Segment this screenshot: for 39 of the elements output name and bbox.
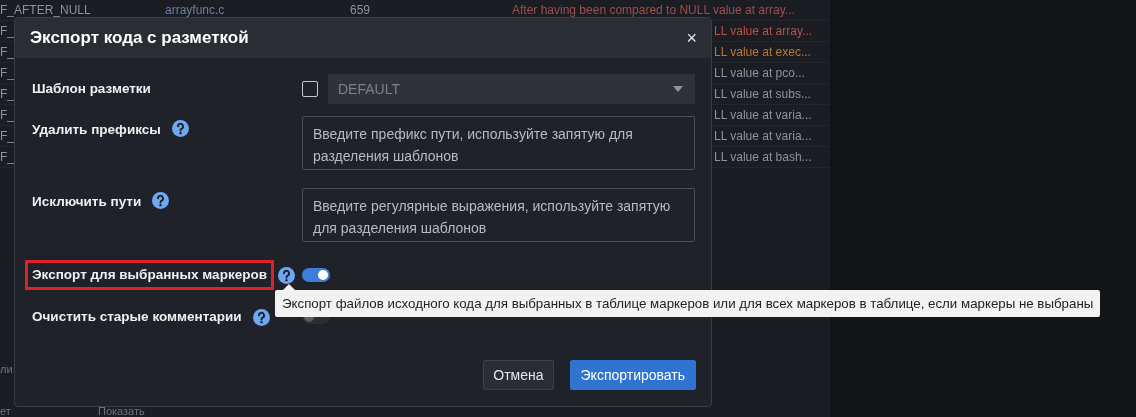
table-cell: F_ — [0, 108, 14, 122]
table-cell: LL value at array... — [714, 24, 813, 38]
export-button[interactable]: Экспортировать — [569, 360, 696, 390]
table-cell: arrayfunc.c — [165, 3, 225, 17]
dialog-title: Экспорт кода с разметкой — [30, 28, 249, 48]
input-field[interactable]: Введите префикс пути, используйте запятую для разделения шаблонов — [302, 116, 695, 170]
close-button[interactable]: × — [686, 27, 697, 49]
field-label: Экспорт для выбранных маркеров — [25, 260, 274, 290]
field-label: Шаблон разметки — [31, 80, 152, 98]
field-label: Удалить префиксы — [31, 121, 162, 139]
table-cell: F_ — [0, 45, 14, 59]
table-cell: F_ — [0, 87, 14, 101]
help-icon[interactable] — [277, 266, 295, 284]
help-icon[interactable] — [152, 192, 170, 209]
help-icon[interactable] — [171, 120, 189, 137]
table-cell: LL value at bash... — [714, 150, 812, 164]
help-icon[interactable] — [252, 308, 270, 326]
background-text: ли — [0, 363, 13, 375]
table-cell: F_ — [0, 129, 14, 143]
field-label: Очистить старые комментарии — [31, 308, 243, 326]
background-text: Показать — [98, 405, 145, 417]
table-cell: LL value at subs... — [714, 87, 811, 101]
tooltip: Экспорт файлов исходного кода для выбранных в таблице маркеров или для всех маркеров в таблице, если маркеры не выбраны — [275, 290, 1101, 317]
table-cell: LL value at varia... — [714, 108, 812, 122]
table-cell: LL value at exec... — [714, 45, 811, 59]
table-cell: LL value at varia... — [714, 129, 812, 143]
table-cell: After having been compared to NULL value at array... — [512, 3, 795, 17]
table-cell: F_AFTER_NULL — [0, 3, 91, 17]
toggle-switch[interactable] — [302, 268, 330, 282]
input-field[interactable]: Введите регулярные выражения, используйте запятую для разделения шаблонов — [302, 188, 695, 242]
table-cell: F_ — [0, 66, 14, 80]
table-cell: 659 — [350, 3, 371, 17]
table-cell: LL value at pco... — [714, 66, 805, 80]
table-cell: F_ — [0, 150, 14, 164]
table-cell: F_ — [0, 24, 14, 38]
background-text: ет — [0, 405, 11, 417]
cancel-button[interactable]: Отмена — [483, 360, 554, 390]
field-label: Исключить пути — [31, 193, 143, 211]
caret-icon — [673, 86, 683, 92]
